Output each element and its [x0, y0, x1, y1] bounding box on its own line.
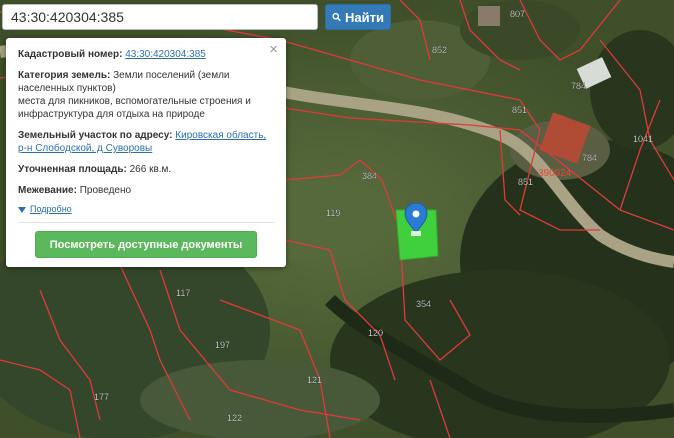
parcel-label: 784 [571, 81, 586, 91]
parcel-label: 851 [512, 105, 527, 115]
close-icon[interactable]: × [269, 42, 278, 57]
search-input[interactable] [2, 4, 318, 30]
area-row: Уточненная площадь: 266 кв.м. [18, 163, 274, 176]
parcel-label: 852 [432, 45, 447, 55]
parcel-label: 121 [307, 375, 322, 385]
parcel-label: 354 [416, 299, 431, 309]
parcel-label: 784 [582, 153, 597, 163]
parcel-label: 197 [215, 340, 230, 350]
view-documents-button[interactable]: Посмотреть доступные документы [35, 231, 257, 258]
cadastral-number-label: Кадастровый номер: [18, 49, 123, 60]
divider [18, 222, 274, 223]
land-category-label: Категория земель: [18, 70, 111, 81]
area-value: 266 кв.м. [129, 164, 172, 175]
details-label: Подробно [30, 204, 72, 214]
parcel-label: 122 [227, 413, 242, 423]
search-button-label: Найти [345, 9, 384, 25]
cadastral-number-link[interactable]: 43:30:420304:385 [125, 49, 206, 60]
parcel-label: 384 [362, 171, 377, 181]
survey-value: Проведено [79, 185, 132, 196]
parcel-label: 851 [518, 177, 533, 187]
area-label: Уточненная площадь: [18, 164, 127, 175]
parcel-label: 1041 [633, 134, 653, 144]
parcel-label: 117 [176, 288, 190, 298]
parcel-label: 120 [368, 328, 383, 338]
search-icon [332, 12, 341, 22]
survey-row: Межевание: Проведено [18, 184, 274, 197]
survey-label: Межевание: [18, 185, 77, 196]
parcel-label: 177 [94, 392, 109, 402]
cadastral-number-row: Кадастровый номер: 43:30:420304:385 [18, 48, 274, 61]
parcel-label: 807 [510, 9, 525, 19]
land-category-detail: места для пикников, вспомогательные стро… [18, 96, 251, 120]
details-toggle[interactable]: Подробно [18, 203, 274, 216]
triangle-down-icon [18, 206, 26, 213]
block-label: 390924 [538, 168, 572, 179]
parcel-label: 119 [326, 208, 340, 218]
address-row: Земельный участок по адресу: Кировская о… [18, 129, 274, 155]
search-button[interactable]: Найти [325, 4, 391, 30]
parcel-info-popup: × Кадастровый номер: 43:30:420304:385 Ка… [6, 38, 286, 267]
land-category-row: Категория земель: Земли поселений (земли… [18, 69, 274, 121]
address-label: Земельный участок по адресу: [18, 130, 173, 141]
